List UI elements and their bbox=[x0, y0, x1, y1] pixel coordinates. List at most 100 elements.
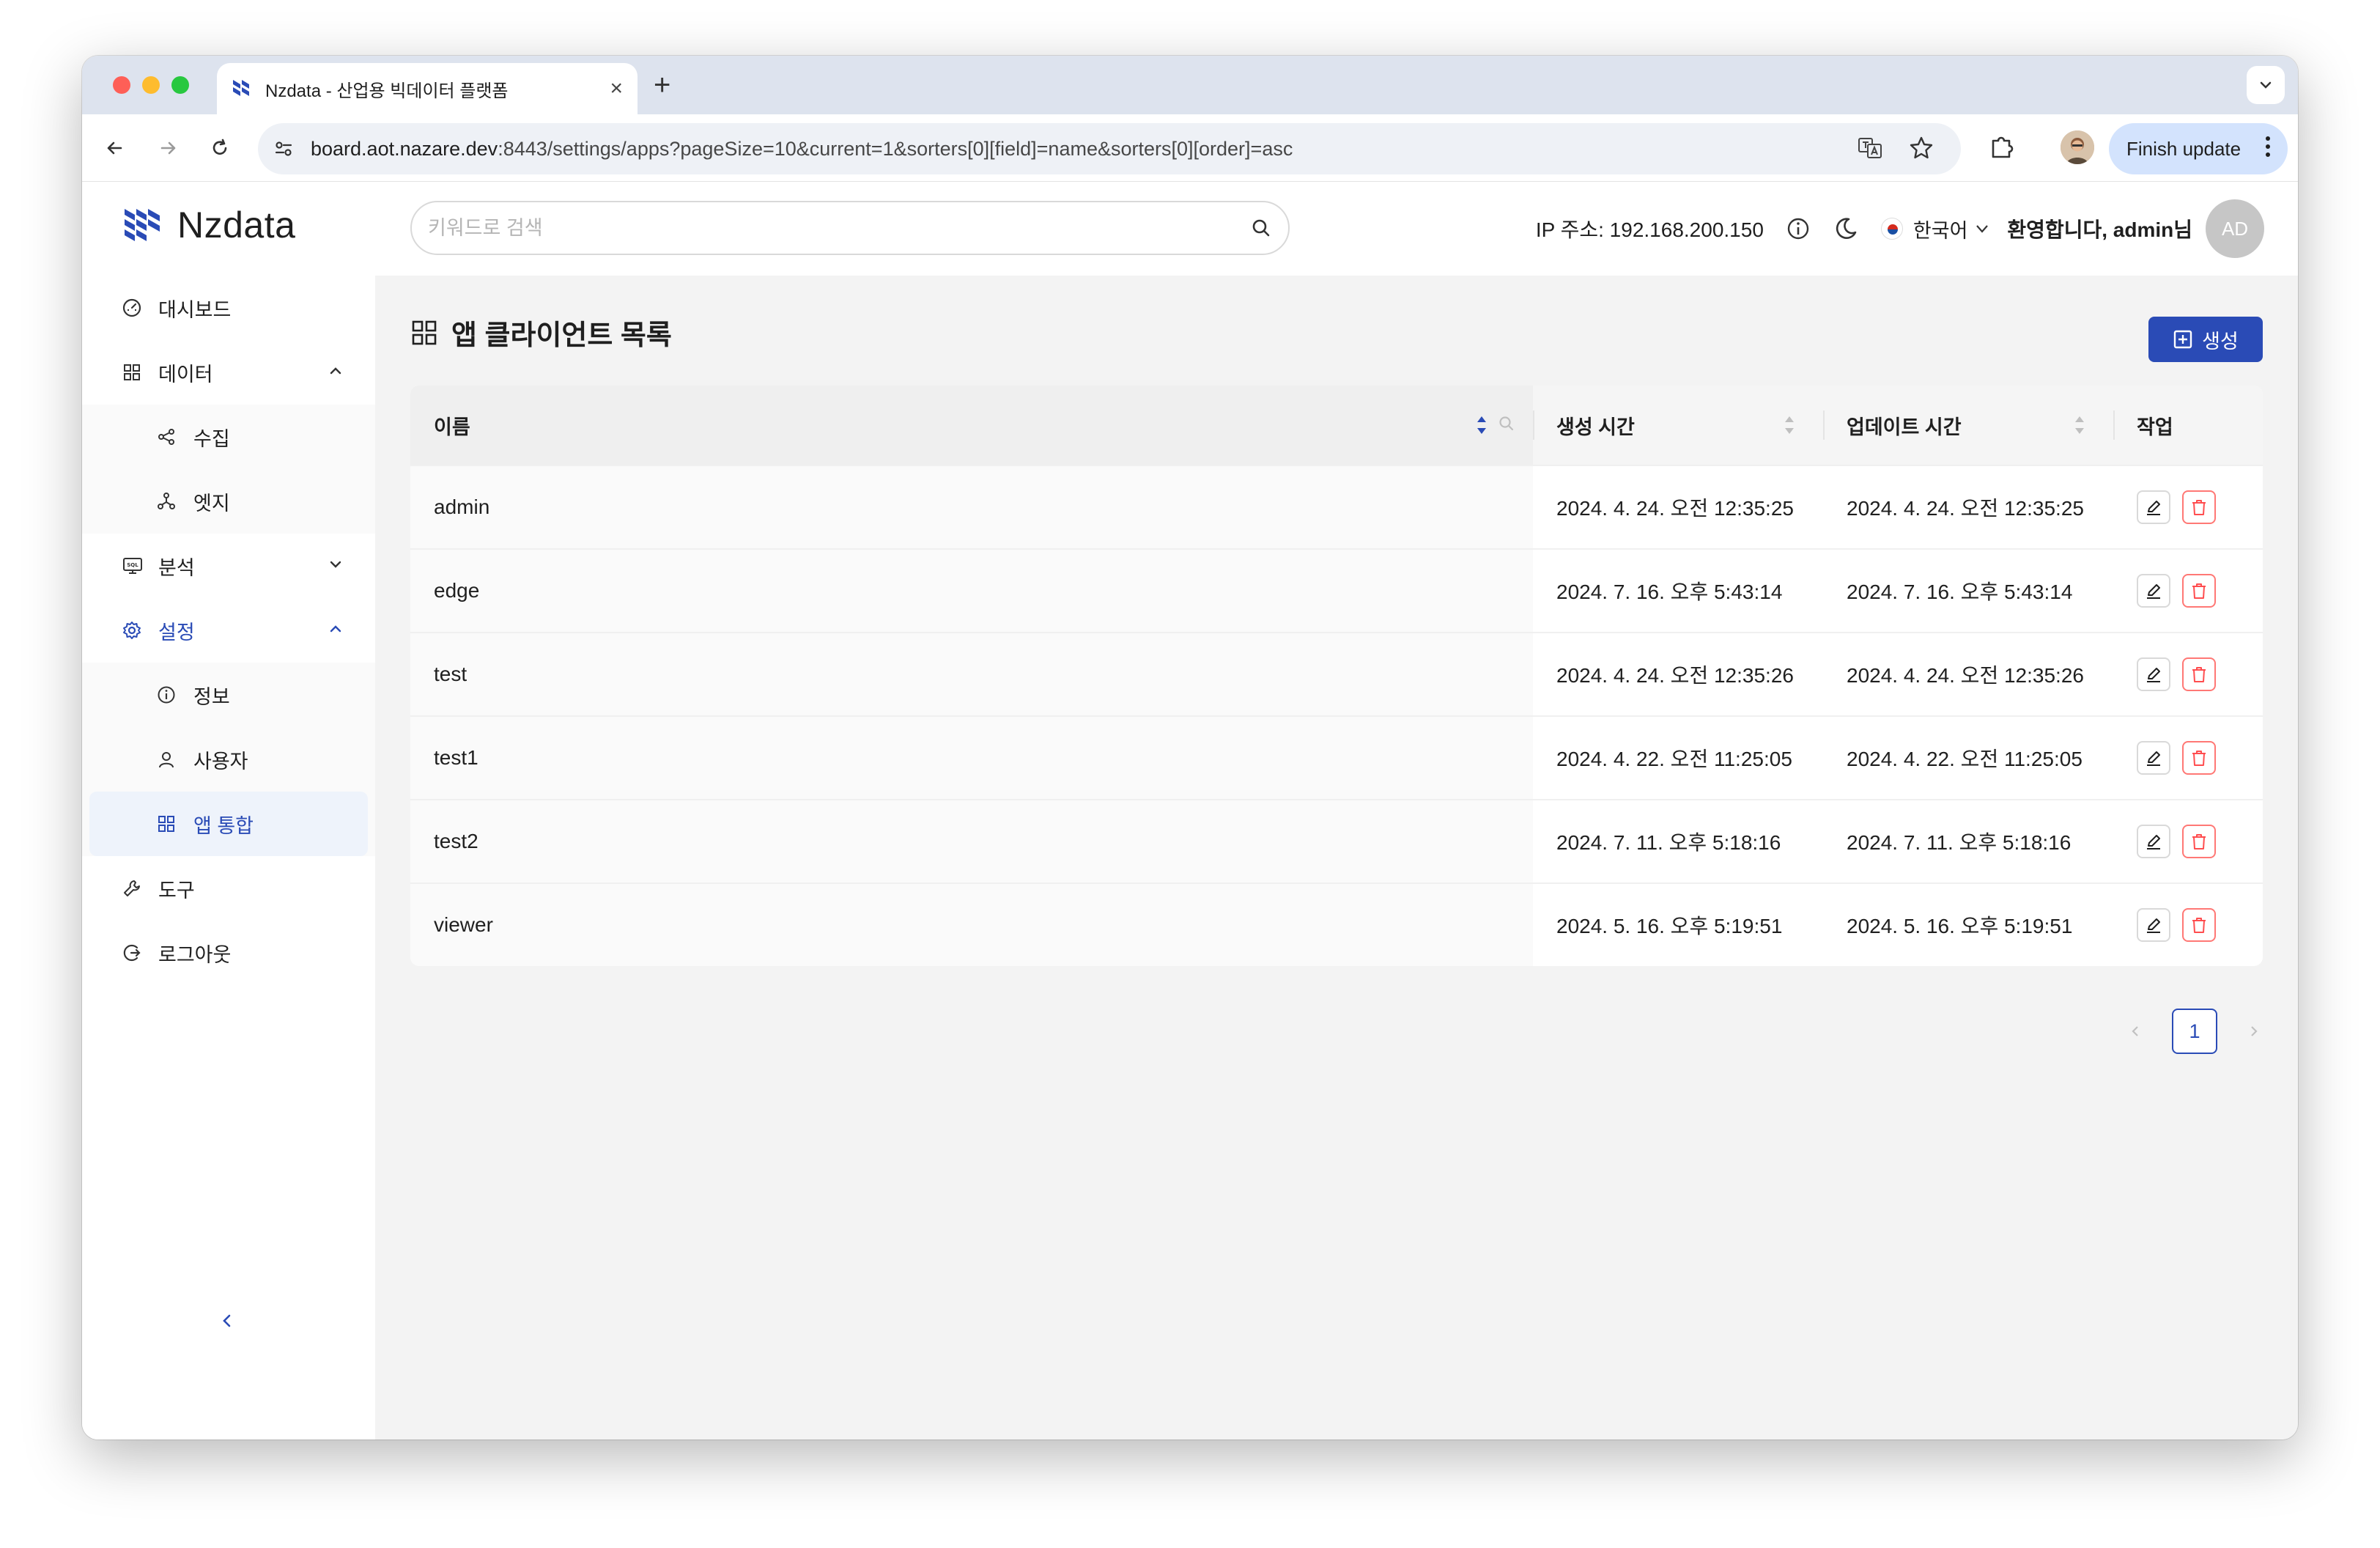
nzdata-logo-icon bbox=[125, 209, 160, 241]
back-button[interactable] bbox=[97, 130, 132, 166]
url-path: :8443/settings/apps?pageSize=10&current=… bbox=[498, 137, 1293, 160]
create-button[interactable]: 생성 bbox=[2148, 317, 2263, 362]
browser-toolbar: board.aot.nazare.dev:8443/settings/apps?… bbox=[82, 114, 2298, 182]
arrow-right-icon bbox=[160, 141, 176, 155]
sidebar-collapse-button[interactable] bbox=[217, 1311, 237, 1331]
profile-avatar[interactable] bbox=[2061, 130, 2094, 164]
sidebar-item-app-integration[interactable]: 앱 통합 bbox=[89, 792, 368, 856]
new-tab-button[interactable]: + bbox=[654, 69, 670, 102]
sort-icon[interactable] bbox=[1474, 413, 1489, 437]
nzdata-favicon-icon bbox=[233, 80, 249, 96]
sort-icon[interactable] bbox=[1782, 413, 1797, 437]
browser-tab[interactable]: Nzdata - 산업용 빅데이터 플랫폼 × bbox=[217, 63, 638, 114]
sidebar-item-info[interactable]: 정보 bbox=[82, 663, 375, 727]
finish-update-button[interactable]: Finish update bbox=[2109, 123, 2288, 174]
wrench-icon bbox=[122, 878, 145, 899]
delete-button[interactable] bbox=[2182, 657, 2216, 691]
sidebar-item-collection[interactable]: 수집 bbox=[82, 405, 375, 469]
sort-icon[interactable] bbox=[2072, 413, 2087, 437]
delete-button[interactable] bbox=[2182, 741, 2216, 775]
search-icon[interactable] bbox=[1250, 217, 1272, 239]
page-title: 앱 클라이언트 목록 bbox=[410, 312, 672, 353]
prev-page-button[interactable] bbox=[2126, 1022, 2144, 1040]
edit-button[interactable] bbox=[2137, 574, 2170, 608]
app-header: IP 주소: 192.168.200.150 한국어 환영합니다, admin님… bbox=[375, 182, 2298, 276]
table-row: edge 2024. 7. 16. 오후 5:43:14 2024. 7. 16… bbox=[410, 548, 2263, 632]
search-input[interactable] bbox=[428, 216, 1250, 240]
site-settings-icon[interactable] bbox=[273, 138, 295, 160]
trash-icon bbox=[2192, 918, 2206, 933]
brand-logo[interactable]: Nzdata bbox=[122, 204, 295, 246]
svg-text:SQL: SQL bbox=[127, 562, 138, 568]
address-bar[interactable]: board.aot.nazare.dev:8443/settings/apps?… bbox=[258, 123, 1961, 174]
cell-created: 2024. 4. 24. 오전 12:35:25 bbox=[1556, 497, 1794, 520]
dark-mode-moon-icon[interactable] bbox=[1833, 215, 1859, 242]
column-header-label: 생성 시간 bbox=[1556, 416, 1635, 438]
sidebar-item-analysis[interactable]: SQL 분석 bbox=[82, 534, 375, 598]
language-select[interactable]: 한국어 bbox=[1913, 215, 1968, 243]
delete-button[interactable] bbox=[2182, 490, 2216, 524]
delete-button[interactable] bbox=[2182, 574, 2216, 608]
column-header-updated[interactable]: 업데이트 시간 bbox=[1823, 386, 2113, 465]
edit-button[interactable] bbox=[2137, 657, 2170, 691]
sidebar-item-data[interactable]: 데이터 bbox=[82, 340, 375, 405]
extensions-puzzle-icon[interactable] bbox=[1987, 132, 2017, 165]
next-page-button[interactable] bbox=[2245, 1022, 2263, 1040]
sidebar-item-users[interactable]: 사용자 bbox=[82, 727, 375, 792]
reload-button[interactable] bbox=[202, 130, 237, 166]
data-submenu: 수집 엣지 bbox=[82, 405, 375, 534]
column-header-label: 업데이트 시간 bbox=[1847, 416, 1962, 438]
cell-actions bbox=[2113, 800, 2263, 882]
cell-actions bbox=[2113, 717, 2263, 799]
edit-pencil-icon bbox=[2147, 751, 2160, 766]
edge-network-icon bbox=[157, 492, 180, 511]
column-header-name[interactable]: 이름 bbox=[410, 386, 1533, 465]
column-search-icon[interactable] bbox=[1498, 415, 1515, 432]
bookmark-star-icon[interactable] bbox=[1908, 135, 1934, 161]
page-number-button[interactable]: 1 bbox=[2172, 1009, 2217, 1054]
close-window-button[interactable] bbox=[113, 76, 130, 94]
user-avatar[interactable]: AD bbox=[2206, 199, 2264, 258]
search-box bbox=[410, 201, 1290, 255]
sidebar-item-logout[interactable]: 로그아웃 bbox=[82, 921, 375, 985]
trash-icon bbox=[2192, 667, 2206, 682]
minimize-window-button[interactable] bbox=[142, 76, 160, 94]
cell-name: admin bbox=[410, 466, 1533, 548]
delete-button[interactable] bbox=[2182, 825, 2216, 858]
sidebar-item-dashboard[interactable]: 대시보드 bbox=[82, 276, 375, 340]
delete-button[interactable] bbox=[2182, 908, 2216, 942]
edit-button[interactable] bbox=[2137, 490, 2170, 524]
info-circle-icon bbox=[157, 685, 180, 704]
tab-close-icon[interactable]: × bbox=[610, 78, 623, 100]
column-header-created[interactable]: 생성 시간 bbox=[1533, 386, 1823, 465]
sidebar-item-settings[interactable]: 설정 bbox=[82, 598, 375, 663]
maximize-window-button[interactable] bbox=[171, 76, 189, 94]
column-header-label: 이름 bbox=[434, 416, 470, 438]
info-circle-icon[interactable] bbox=[1786, 216, 1811, 241]
cell-name: test1 bbox=[410, 717, 1533, 799]
edit-button[interactable] bbox=[2137, 741, 2170, 775]
cell-created: 2024. 4. 24. 오전 12:35:26 bbox=[1556, 664, 1794, 687]
chevron-down-icon[interactable] bbox=[1973, 220, 1991, 237]
table-header: 이름 생성 시간 업데이트 시간 작업 bbox=[410, 386, 2263, 465]
edit-button[interactable] bbox=[2137, 825, 2170, 858]
chevron-down-icon bbox=[2260, 81, 2272, 89]
cell-created: 2024. 7. 16. 오후 5:43:14 bbox=[1556, 580, 1783, 603]
sidebar-item-label: 앱 통합 bbox=[193, 814, 254, 837]
edit-button[interactable] bbox=[2137, 908, 2170, 942]
tab-search-button[interactable] bbox=[2247, 66, 2285, 104]
column-header-label: 작업 bbox=[2137, 416, 2173, 438]
forward-button[interactable] bbox=[151, 130, 186, 166]
browser-window: Nzdata - 산업용 빅데이터 플랫폼 × + board.aot.naza… bbox=[82, 56, 2298, 1440]
app-grid-icon bbox=[412, 320, 437, 344]
cell-actions bbox=[2113, 633, 2263, 715]
tab-strip: Nzdata - 산업용 빅데이터 플랫폼 × + bbox=[82, 56, 2298, 114]
sidebar-item-tools[interactable]: 도구 bbox=[82, 856, 375, 921]
cell-updated: 2024. 5. 16. 오후 5:19:51 bbox=[1847, 915, 2073, 937]
user-icon bbox=[157, 750, 180, 769]
sidebar-item-edge[interactable]: 엣지 bbox=[82, 469, 375, 534]
sidebar-item-label: 로그아웃 bbox=[158, 943, 232, 966]
column-header-actions: 작업 bbox=[2113, 386, 2263, 465]
trash-icon bbox=[2192, 834, 2206, 849]
translate-icon[interactable] bbox=[1857, 135, 1883, 161]
